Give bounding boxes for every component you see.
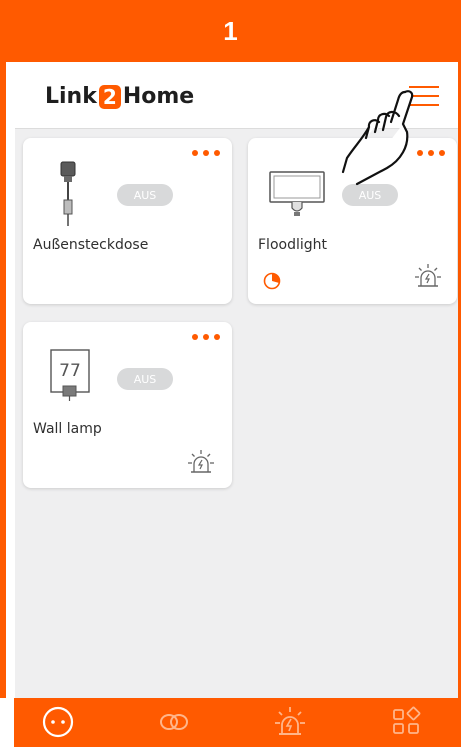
device-name: Außensteckdose [33, 237, 149, 253]
state-pill[interactable]: AUS [117, 184, 173, 206]
bottom-navigation [14, 698, 461, 747]
alarm-icon[interactable] [270, 704, 310, 740]
state-pill[interactable]: AUS [117, 368, 173, 390]
device-name: Floodlight [258, 237, 327, 253]
logo-suffix: Home [122, 84, 195, 109]
app-header: Link 2 Home [15, 62, 458, 129]
logo-prefix: Link [45, 84, 97, 109]
device-card-outdoor-socket[interactable]: AUS Außensteckdose [23, 138, 232, 304]
step-number: 1 [223, 15, 238, 46]
step-banner: 1 [0, 0, 461, 62]
logo-digit: 2 [98, 84, 121, 109]
socket-icon[interactable] [38, 704, 78, 740]
apps-icon[interactable] [386, 704, 426, 740]
more-options-icon[interactable] [192, 150, 220, 156]
floodlight-icon [269, 171, 325, 216]
frame-left [0, 62, 6, 698]
alarm-icon[interactable] [186, 448, 216, 478]
lamp-label: 77 [59, 361, 81, 381]
link-icon[interactable] [154, 704, 194, 740]
device-card-floodlight[interactable]: AUS Floodlight [248, 138, 457, 304]
app-screen: Link 2 Home AUS Außensteckdose AUS Flood… [14, 62, 458, 698]
app-logo: Link 2 Home [45, 84, 194, 109]
state-pill[interactable]: AUS [342, 184, 398, 206]
more-options-icon[interactable] [417, 150, 445, 156]
device-name: Wall lamp [33, 421, 102, 437]
alarm-icon[interactable] [413, 262, 443, 292]
timer-icon [263, 272, 281, 290]
wall-lamp-icon: 77 [50, 349, 90, 401]
device-card-wall-lamp[interactable]: 77 AUS Wall lamp [23, 322, 232, 488]
more-options-icon[interactable] [192, 334, 220, 340]
hamburger-icon[interactable] [409, 80, 441, 110]
outdoor-socket-icon [60, 161, 76, 226]
